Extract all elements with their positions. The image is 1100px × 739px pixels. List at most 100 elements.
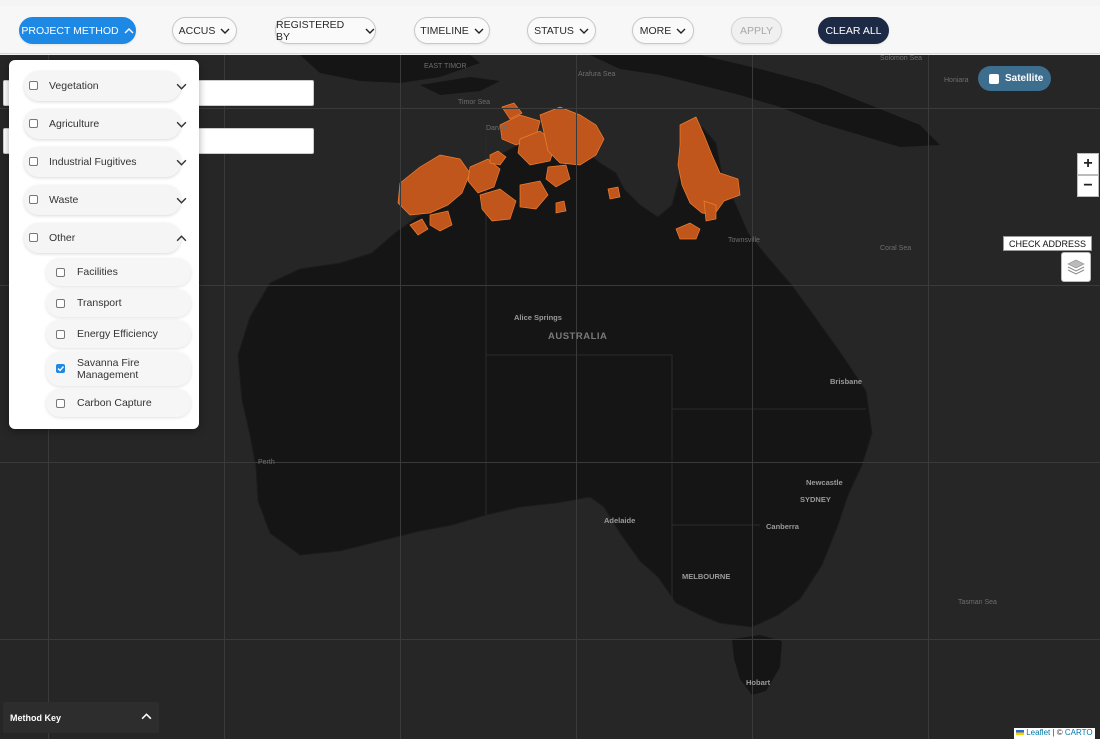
category-label: Industrial Fugitives <box>49 156 137 168</box>
category-other[interactable]: Other <box>9 223 199 253</box>
category-label: Agriculture <box>49 118 100 130</box>
map-label-honiara: Honiara <box>944 77 969 84</box>
clear-all-label: CLEAR ALL <box>825 24 882 37</box>
map-label-timor-sea: Timor Sea <box>458 99 491 106</box>
map-label-tasman-sea: Tasman Sea <box>958 599 997 606</box>
industrial-fugitives-checkbox[interactable] <box>29 157 38 166</box>
chevron-up-icon <box>124 27 134 33</box>
chevron-down-icon[interactable] <box>176 157 187 168</box>
category-industrial-fugitives[interactable]: Industrial Fugitives <box>9 147 199 177</box>
timor-island <box>420 77 500 95</box>
agriculture-checkbox[interactable] <box>29 119 38 128</box>
registered-by-button[interactable]: REGISTERED BY <box>275 17 376 44</box>
leaflet-link[interactable]: Leaflet <box>1026 728 1050 737</box>
map-attribution: Leaflet | © CARTO <box>1014 728 1095 739</box>
map-label-arafura-sea: Arafura Sea <box>578 71 616 78</box>
accus-label: ACCUS <box>178 24 216 37</box>
status-button[interactable]: STATUS <box>527 17 596 44</box>
project-method-label: PROJECT METHOD <box>21 24 119 37</box>
facilities-checkbox[interactable] <box>56 268 65 277</box>
chevron-down-icon <box>474 28 484 34</box>
method-item-label: Transport <box>77 297 122 309</box>
method-item-label: Savanna Fire Management <box>77 357 140 381</box>
map-label-alice-springs: Alice Springs <box>514 313 562 322</box>
satellite-checkbox[interactable] <box>989 73 999 84</box>
map-label-sydney: SYDNEY <box>800 495 831 504</box>
category-waste[interactable]: Waste <box>9 185 199 215</box>
category-vegetation[interactable]: Vegetation <box>9 71 199 101</box>
chevron-down-icon[interactable] <box>176 195 187 206</box>
check-address-button[interactable]: CHECK ADDRESS <box>1003 236 1092 251</box>
status-label: STATUS <box>534 24 574 37</box>
grid-line <box>928 55 929 739</box>
more-button[interactable]: MORE <box>632 17 694 44</box>
map-label-canberra: Canberra <box>766 522 799 531</box>
category-agriculture[interactable]: Agriculture <box>9 109 199 139</box>
project-method-button[interactable]: PROJECT METHOD <box>19 17 136 44</box>
map-label-newcastle: Newcastle <box>806 478 843 487</box>
grid-line <box>0 639 1100 640</box>
apply-label: APPLY <box>739 24 774 37</box>
zoom-out-button[interactable]: − <box>1077 175 1099 197</box>
filter-toolbar: PROJECT METHOD ACCUS REGISTERED BY TIMEL… <box>0 6 1100 54</box>
ukraine-flag-icon <box>1016 730 1024 736</box>
map-label-darwin: Darwin <box>486 125 508 132</box>
chevron-up-icon[interactable] <box>176 233 187 244</box>
category-pill <box>24 185 181 215</box>
layers-button[interactable] <box>1061 252 1091 282</box>
map-label-hobart: Hobart <box>746 678 771 687</box>
map-label-east-timor: EAST TIMOR <box>424 63 467 70</box>
apply-button[interactable]: APPLY <box>731 17 782 44</box>
satellite-toggle[interactable]: Satellite <box>978 66 1051 91</box>
category-label: Vegetation <box>49 80 99 92</box>
grid-line <box>400 55 401 739</box>
waste-checkbox[interactable] <box>29 195 38 204</box>
method-item-label: Facilities <box>77 266 118 278</box>
map-label-perth: Perth <box>258 459 275 466</box>
category-label: Other <box>49 232 76 244</box>
accus-button[interactable]: ACCUS <box>172 17 237 44</box>
chevron-down-icon <box>676 28 686 34</box>
new-guinea-landmass <box>590 55 940 147</box>
grid-line <box>224 55 225 739</box>
carbon-capture-checkbox[interactable] <box>56 399 65 408</box>
chevron-down-icon <box>365 28 375 34</box>
carto-link[interactable]: CARTO <box>1065 728 1093 737</box>
chevron-up-icon[interactable] <box>141 711 152 722</box>
chevron-down-icon[interactable] <box>176 119 187 130</box>
other-checkbox[interactable] <box>29 233 38 242</box>
transport-checkbox[interactable] <box>56 299 65 308</box>
satellite-label: Satellite <box>1005 73 1044 84</box>
australia-landmass <box>237 126 873 628</box>
chevron-down-icon[interactable] <box>176 81 187 92</box>
zoom-in-button[interactable]: + <box>1077 153 1099 175</box>
chevron-down-icon <box>579 28 589 34</box>
map-label-melbourne: MELBOURNE <box>682 572 731 581</box>
layers-icon <box>1067 259 1085 275</box>
method-item-facilities[interactable] <box>46 258 191 286</box>
grid-line <box>0 462 1100 463</box>
more-label: MORE <box>639 24 672 37</box>
energy-efficiency-checkbox[interactable] <box>56 330 65 339</box>
map-label-solomon-sea: Solomon Sea <box>880 55 923 62</box>
method-item-label: Carbon Capture <box>77 397 152 409</box>
savanna-fire-management-checkbox[interactable] <box>56 364 65 373</box>
vegetation-checkbox[interactable] <box>29 81 38 90</box>
project-method-dropdown: Vegetation Agriculture Industrial Fugiti… <box>9 60 199 429</box>
grid-line <box>576 55 577 739</box>
grid-line <box>752 55 753 739</box>
method-key-label: Method Key <box>10 712 62 723</box>
category-pill <box>24 71 181 101</box>
registered-by-label: REGISTERED BY <box>276 18 345 43</box>
category-pill <box>24 223 181 253</box>
method-key-panel[interactable]: Method Key <box>3 702 159 733</box>
map-label-adelaide: Adelaide <box>604 516 636 525</box>
clear-all-button[interactable]: CLEAR ALL <box>818 17 889 44</box>
checkmark-icon <box>57 366 65 372</box>
timeline-button[interactable]: TIMELINE <box>414 17 490 44</box>
map-label-townsville: Townsville <box>728 237 760 244</box>
attribution-separator: | © <box>1050 728 1065 737</box>
category-pill <box>24 109 181 139</box>
category-label: Waste <box>49 194 79 206</box>
method-item-label: Energy Efficiency <box>77 328 158 340</box>
